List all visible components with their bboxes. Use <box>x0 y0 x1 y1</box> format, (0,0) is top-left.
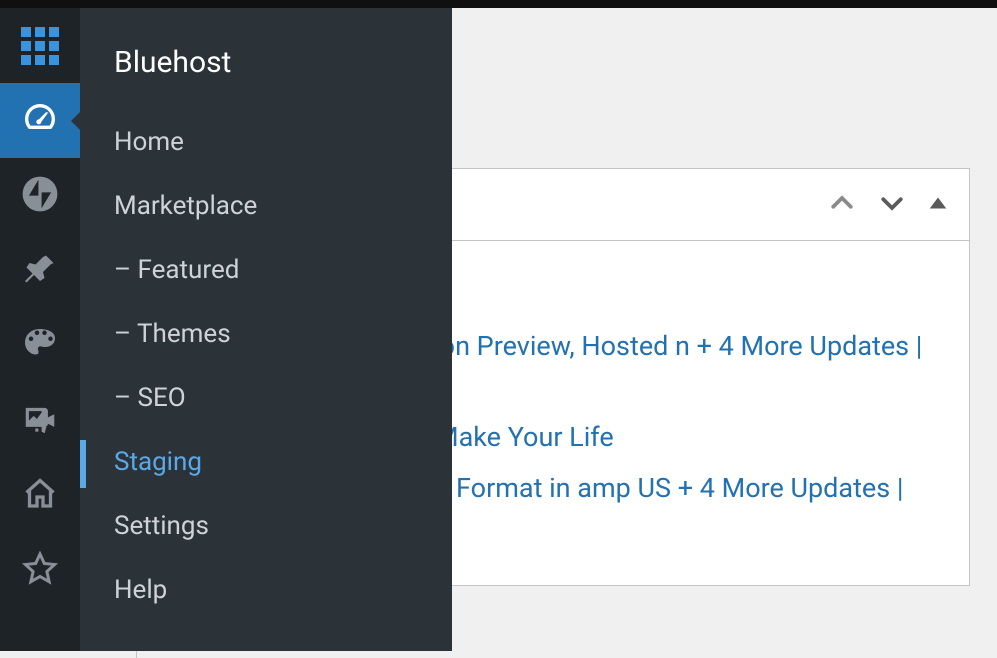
sidebar-item-bluehost[interactable] <box>0 8 80 83</box>
house-icon <box>22 476 58 516</box>
star-icon <box>22 551 58 591</box>
admin-sidebar <box>0 8 80 651</box>
sidebar-item-favorites[interactable] <box>0 533 80 608</box>
sidebar-item-dashboard[interactable] <box>0 83 80 158</box>
flyout-item-staging[interactable]: Staging <box>80 430 452 494</box>
flyout-title: Bluehost <box>80 33 452 110</box>
flyout-item-themes[interactable]: – Themes <box>80 302 452 366</box>
flyout-item-featured[interactable]: – Featured <box>80 238 452 302</box>
sidebar-item-jetpack[interactable] <box>0 158 80 233</box>
flyout-item-seo[interactable]: – SEO <box>80 366 452 430</box>
jetpack-icon <box>21 175 59 217</box>
sidebar-item-appearance[interactable] <box>0 308 80 383</box>
pin-icon <box>22 251 58 291</box>
chevron-up-icon[interactable] <box>827 188 857 222</box>
flyout-item-marketplace[interactable]: Marketplace <box>80 174 452 238</box>
sidebar-item-media[interactable] <box>0 383 80 458</box>
flyout-item-home[interactable]: Home <box>80 110 452 174</box>
sidebar-item-posts[interactable] <box>0 233 80 308</box>
chevron-down-icon[interactable] <box>877 188 907 222</box>
triangle-up-icon[interactable] <box>927 192 949 218</box>
dashboard-icon <box>20 99 60 143</box>
bluehost-flyout: Bluehost HomeMarketplace– Featured– Them… <box>80 8 452 651</box>
sidebar-item-home[interactable] <box>0 458 80 533</box>
grid-icon <box>21 27 59 65</box>
flyout-item-help[interactable]: Help <box>80 558 452 622</box>
paint-icon <box>22 326 58 366</box>
flyout-item-settings[interactable]: Settings <box>80 494 452 558</box>
admin-top-bar <box>0 0 997 8</box>
media-icon <box>21 400 59 442</box>
